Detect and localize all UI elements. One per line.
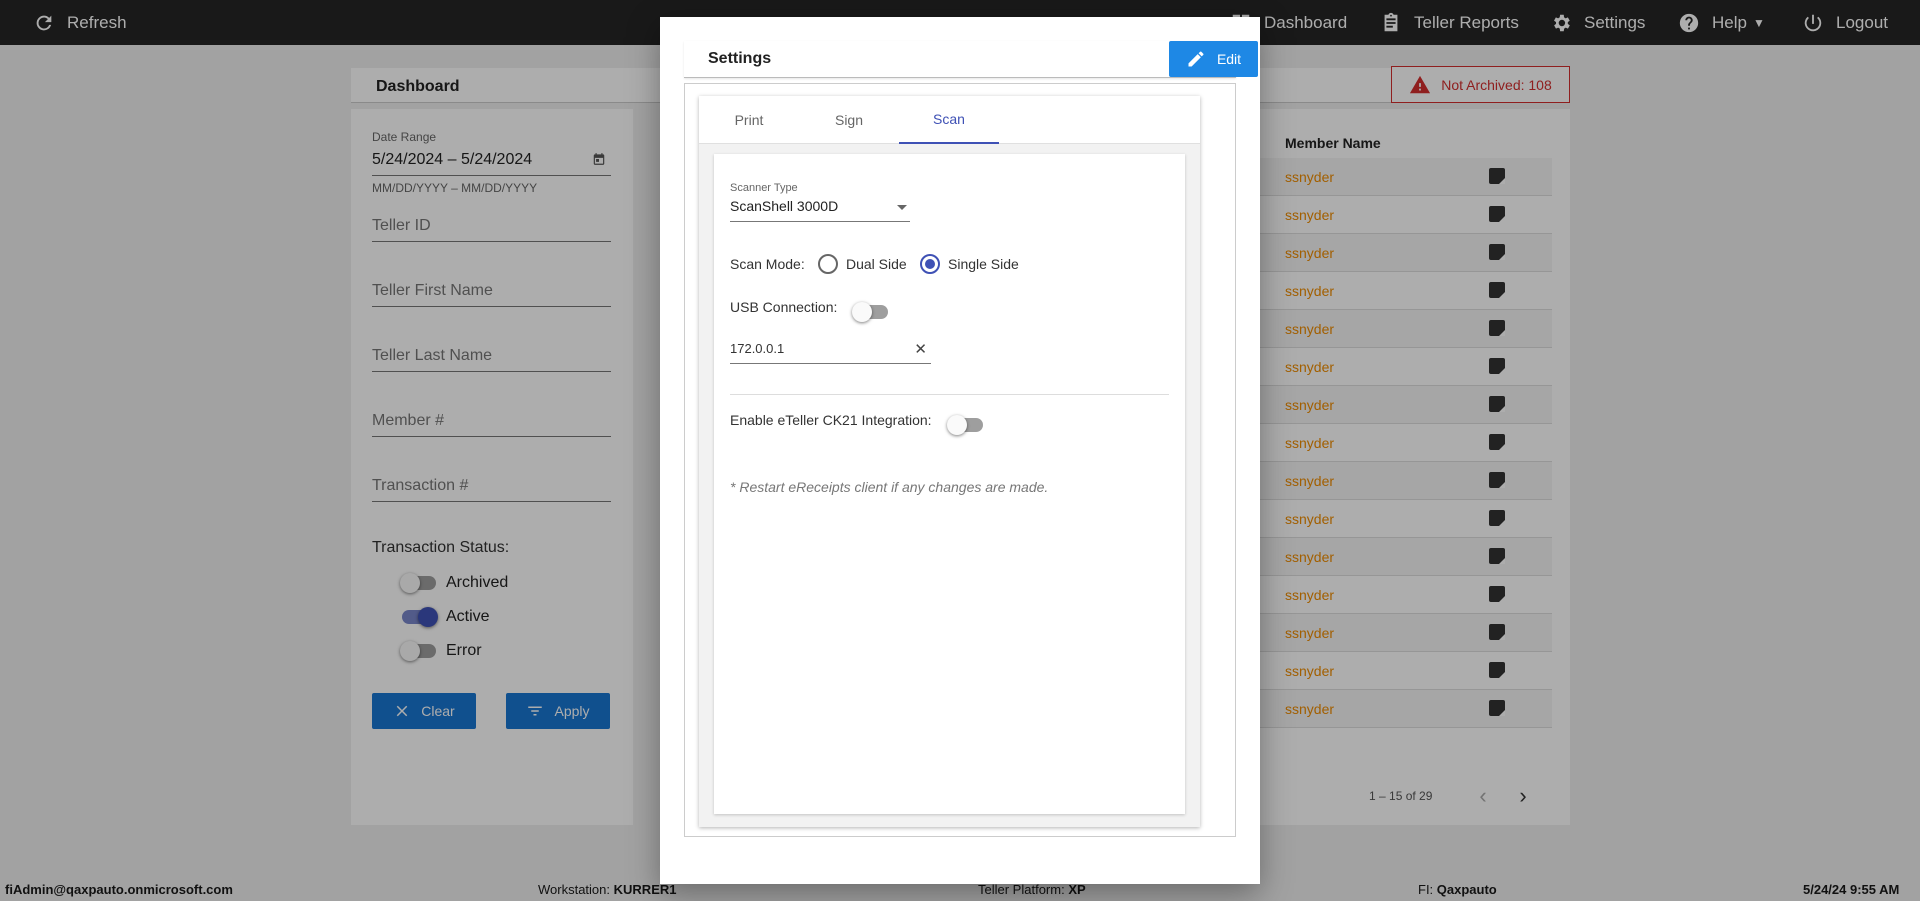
usb-connection-toggle[interactable] — [852, 302, 888, 322]
eteller-integration-toggle[interactable] — [947, 415, 983, 435]
status-fi: FI: Qaxpauto — [1418, 882, 1497, 897]
edit-button[interactable]: Edit — [1169, 41, 1258, 77]
tab-bar: Print Sign Scan — [699, 96, 1200, 144]
tab-sign[interactable]: Sign — [799, 96, 899, 144]
status-user: fiAdmin@qaxpauto.onmicrosoft.com — [5, 882, 233, 897]
status-workstation: Workstation: KURRER1 — [538, 882, 677, 897]
scan-mode-dual-side-radio[interactable] — [818, 254, 838, 274]
status-datetime: 5/24/24 9:55 AM — [1803, 882, 1900, 897]
restart-note: * Restart eReceipts client if any change… — [730, 479, 1049, 495]
scan-mode-label: Scan Mode: — [730, 256, 805, 272]
toggle-knob — [852, 302, 872, 322]
scan-mode-single-side-radio[interactable] — [920, 254, 940, 274]
usb-connection-label: USB Connection: — [730, 299, 838, 315]
toggle-knob — [947, 415, 967, 435]
tab-print[interactable]: Print — [699, 96, 799, 144]
dual-side-label[interactable]: Dual Side — [846, 256, 907, 272]
dialog-header: Settings Edit — [684, 41, 1258, 78]
divider — [730, 394, 1169, 395]
single-side-label[interactable]: Single Side — [948, 256, 1019, 272]
settings-dialog: Settings Edit Print Sign Scan Scanner Ty… — [660, 17, 1260, 884]
clear-icon[interactable]: ✕ — [914, 340, 927, 358]
status-platform: Teller Platform: XP — [978, 882, 1086, 897]
scanner-type-value: ScanShell 3000D — [730, 198, 839, 214]
ip-address-value: 172.0.0.1 — [730, 341, 785, 356]
eteller-integration-label: Enable eTeller CK21 Integration: — [730, 412, 932, 428]
pencil-icon — [1188, 51, 1204, 67]
scan-settings-panel: Scanner Type ScanShell 3000D Scan Mode: … — [714, 154, 1185, 814]
edit-label: Edit — [1216, 51, 1242, 67]
tab-scan[interactable]: Scan — [899, 96, 999, 144]
scanner-type-label: Scanner Type — [730, 182, 798, 194]
dropdown-arrow-icon — [897, 205, 907, 210]
ip-address-input[interactable]: 172.0.0.1 ✕ — [730, 338, 931, 364]
settings-tabs-card: Print Sign Scan Scanner Type ScanShell 3… — [699, 96, 1200, 827]
scanner-type-select[interactable]: ScanShell 3000D — [730, 198, 910, 222]
dialog-title: Settings — [708, 50, 772, 67]
dialog-body: Print Sign Scan Scanner Type ScanShell 3… — [684, 83, 1236, 837]
